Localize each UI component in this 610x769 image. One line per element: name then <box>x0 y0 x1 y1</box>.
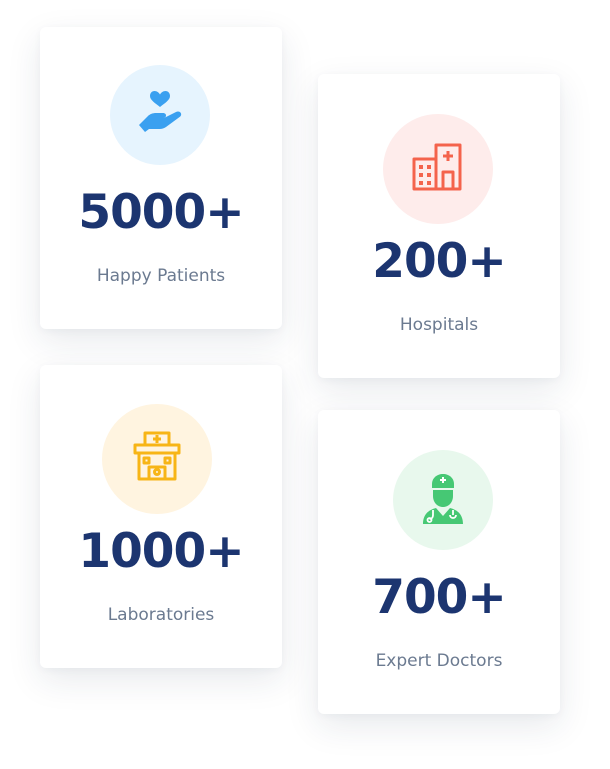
stat-card-expert-doctors: 700+ Expert Doctors <box>318 410 560 714</box>
doctor-icon <box>415 470 471 531</box>
laboratory-building-icon <box>127 427 187 492</box>
stat-label: Laboratories <box>107 605 215 625</box>
stat-card-laboratories: 1000+ Laboratories <box>40 365 282 668</box>
stat-value: 700+ <box>372 570 507 625</box>
stat-value: 200+ <box>372 234 507 289</box>
icon-circle <box>383 114 493 224</box>
stat-label: Expert Doctors <box>375 651 503 671</box>
heart-hand-icon <box>132 85 188 146</box>
icon-circle <box>102 404 212 514</box>
stat-value: 1000+ <box>78 524 244 579</box>
stat-value: 5000+ <box>78 185 244 240</box>
stat-card-hospitals: 200+ Hospitals <box>318 74 560 378</box>
icon-circle <box>393 450 493 550</box>
hospital-building-icon <box>408 137 468 202</box>
stat-card-happy-patients: 5000+ Happy Patients <box>40 27 282 329</box>
icon-circle <box>110 65 210 165</box>
stat-label: Happy Patients <box>96 266 226 286</box>
stat-label: Hospitals <box>399 315 479 335</box>
